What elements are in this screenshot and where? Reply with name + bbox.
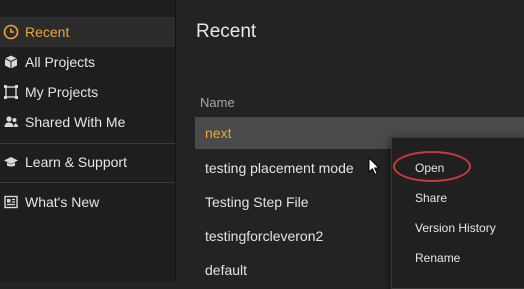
row-name: next — [205, 125, 232, 141]
row-name: Testing Step File — [205, 194, 309, 210]
page-title: Recent — [196, 21, 257, 42]
sidebar-item-recent[interactable]: Recent — [0, 17, 175, 47]
shared-users-icon — [2, 113, 20, 131]
menu-item-rename[interactable]: Rename — [392, 244, 524, 272]
sidebar-item-shared-with-me[interactable]: Shared With Me — [0, 107, 175, 137]
frame-icon — [2, 83, 20, 101]
context-menu: Open Share Version History Rename — [391, 137, 524, 289]
sidebar-divider — [0, 143, 175, 144]
sidebar-item-label: My Projects — [25, 84, 99, 100]
row-name: testingforcleveron2 — [205, 228, 324, 244]
sidebar-item-all-projects[interactable]: All Projects — [0, 47, 175, 77]
graduation-cap-icon — [2, 153, 20, 171]
sidebar-item-label: What's New — [25, 194, 100, 210]
cube-icon — [2, 53, 20, 71]
sidebar-divider — [0, 182, 175, 183]
row-name: testing placement mode — [205, 160, 354, 176]
sidebar-item-label: Recent — [25, 24, 70, 40]
sidebar-item-learn-support[interactable]: Learn & Support — [0, 147, 175, 177]
mouse-cursor-icon — [368, 156, 381, 181]
menu-item-open[interactable]: Open — [392, 154, 524, 182]
clock-icon — [2, 23, 20, 41]
sidebar-item-label: Learn & Support — [25, 154, 127, 170]
column-header-name[interactable]: Name — [200, 95, 235, 110]
sidebar-item-my-projects[interactable]: My Projects — [0, 77, 175, 107]
menu-item-version-history[interactable]: Version History — [392, 214, 524, 242]
sidebar-item-label: Shared With Me — [25, 114, 126, 130]
sidebar: Recent All Projects My Projects Shared W… — [0, 0, 176, 282]
sidebar-item-whats-new[interactable]: What's New — [0, 187, 175, 217]
sidebar-item-label: All Projects — [25, 54, 96, 70]
menu-item-share[interactable]: Share — [392, 184, 524, 212]
row-name: default — [205, 262, 248, 278]
news-icon — [2, 193, 20, 211]
